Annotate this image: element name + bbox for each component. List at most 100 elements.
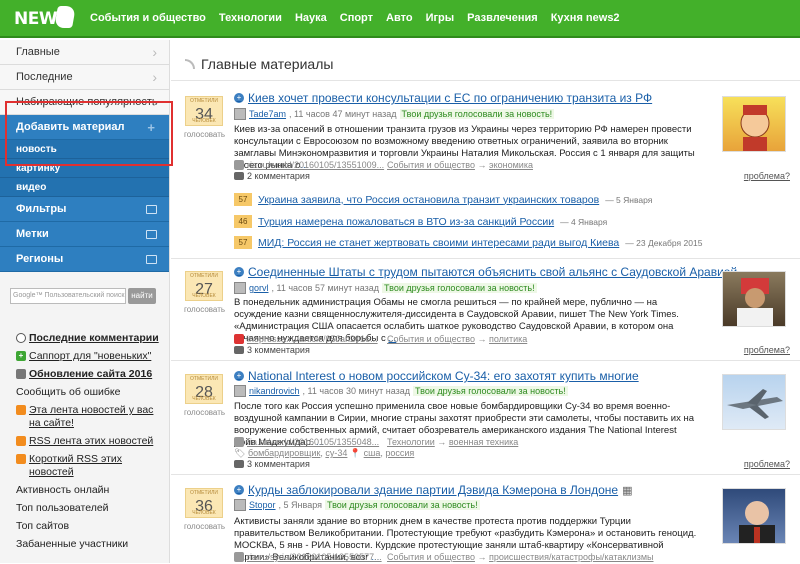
- top-users-link[interactable]: Топ пользователей: [16, 502, 166, 515]
- vote-counter[interactable]: ОТМЕТИЛИ 27 ЧЕЛОВЕК: [185, 271, 223, 301]
- article-source[interactable]: ria.ru/world/20160105/13551009...: [234, 160, 384, 170]
- divider: [171, 80, 800, 81]
- latest-comments-link[interactable]: Последние комментарии: [16, 332, 166, 345]
- document-icon: [16, 369, 26, 379]
- article-meta: nikandrovich, 11 часов 30 минут назад Тво…: [234, 385, 568, 397]
- jet-image: [727, 389, 783, 419]
- portrait-image: [737, 278, 773, 326]
- plus-icon: +: [234, 485, 244, 495]
- comment-icon: [234, 172, 244, 180]
- article-source[interactable]: ria.ru/world/20160105/1355048...: [234, 437, 379, 447]
- divider: [171, 474, 800, 475]
- vote-button[interactable]: голосовать: [184, 130, 225, 139]
- article-thumbnail[interactable]: [722, 488, 786, 544]
- sidebar-filters[interactable]: Фильтры: [0, 197, 169, 222]
- top-navbar: NEWS События и общество Технологии Наука…: [0, 0, 800, 38]
- article-meta: Tade7am, 11 часов 47 минут назад Твои дру…: [234, 108, 555, 120]
- article-thumbnail[interactable]: [722, 96, 786, 152]
- related-item[interactable]: 57 Украина заявила, что Россия остановила…: [234, 193, 652, 206]
- nav-item-science[interactable]: Наука: [295, 12, 327, 24]
- vote-button[interactable]: голосовать: [184, 522, 225, 531]
- report-error-link[interactable]: Сообщить об ошибке: [16, 386, 166, 399]
- article-title[interactable]: + Курды заблокировали здание партии Дэвид…: [234, 483, 632, 497]
- vote-counter[interactable]: ОТМЕТИЛИ 36 ЧЕЛОВЕК: [185, 488, 223, 518]
- article-title[interactable]: + National Interest о новом российском Су…: [234, 369, 639, 383]
- problem-link[interactable]: проблема?: [744, 345, 790, 355]
- avatar[interactable]: [234, 282, 246, 294]
- folder-icon: [146, 205, 157, 214]
- rss-icon: [16, 454, 26, 464]
- article-categories: События и общество → происшествия/катаст…: [387, 552, 654, 562]
- sidebar-item-label: Метки: [16, 228, 49, 240]
- sidebar-tags[interactable]: Метки: [0, 222, 169, 247]
- article-tags: 🏷 бомбардировщик, су-34 📍 сша, россия: [234, 448, 415, 458]
- rss-feed-link[interactable]: RSS лента этих новостей: [16, 435, 166, 448]
- article-title[interactable]: + Киев хочет провести консультации с ЕС п…: [234, 91, 652, 105]
- sidebar-regions[interactable]: Регионы: [0, 247, 169, 272]
- article-source[interactable]: ria.ru/syria/20160105/13550577...: [234, 552, 382, 562]
- plus-icon: +: [234, 93, 244, 103]
- avatar[interactable]: [234, 499, 246, 511]
- comments-link[interactable]: 3 комментария: [234, 345, 310, 355]
- folder-icon: [146, 255, 157, 264]
- chevron-right-icon: ›: [152, 44, 157, 60]
- sidebar-item-label: Фильтры: [16, 203, 67, 215]
- plus-icon: +: [234, 267, 244, 277]
- page-title-text: Главные материалы: [201, 56, 334, 72]
- avatar[interactable]: [234, 385, 246, 397]
- sidebar-links: Последние комментарии + Саппорт для "нове…: [16, 332, 166, 556]
- source-icon: [234, 437, 244, 447]
- logo-mark-icon[interactable]: [54, 6, 76, 28]
- comment-icon: [16, 333, 26, 343]
- article-categories: События и общество → политика: [387, 334, 528, 344]
- rss-icon: [185, 59, 195, 69]
- problem-link[interactable]: проблема?: [744, 459, 790, 469]
- short-rss-link[interactable]: Короткий RSS этих новостей: [16, 453, 166, 479]
- online-activity-link[interactable]: Активность онлайн: [16, 484, 166, 497]
- problem-link[interactable]: проблема?: [744, 171, 790, 181]
- main-content: Главные материалы ОТМЕТИЛИ 34 ЧЕЛОВЕК голо…: [171, 40, 800, 563]
- related-item[interactable]: 57 МИД: Россия не станет жертвовать своим…: [234, 236, 702, 249]
- source-icon: [234, 334, 244, 344]
- article-source[interactable]: inopressa.ru/article/05Jan2016...: [234, 334, 378, 344]
- site-update-link[interactable]: Обновление сайта 2016: [16, 368, 166, 381]
- article-thumbnail[interactable]: [722, 271, 786, 327]
- related-item[interactable]: 46 Турция намерена пожаловаться в ВТО из-…: [234, 215, 607, 228]
- nav-item-kitchen[interactable]: Кухня news2: [551, 12, 620, 24]
- sidebar-item-label: Последние: [16, 71, 73, 83]
- support-link[interactable]: + Саппорт для "новеньких": [16, 350, 166, 363]
- page-title: Главные материалы: [185, 56, 333, 72]
- nav-item-auto[interactable]: Авто: [386, 12, 413, 24]
- nav-item-events[interactable]: События и общество: [90, 12, 206, 24]
- cartoon-image: [740, 105, 770, 151]
- folder-icon: [146, 230, 157, 239]
- banned-users-link[interactable]: Забаненные участники: [16, 538, 166, 551]
- comments-link[interactable]: 3 комментария: [234, 459, 310, 469]
- rss-icon: [16, 436, 26, 446]
- sidebar-item-main[interactable]: Главные ›: [0, 40, 169, 65]
- vote-button[interactable]: голосовать: [184, 408, 225, 417]
- article-title[interactable]: + Соединенные Штаты с трудом пытаются объ…: [234, 265, 737, 279]
- vote-counter[interactable]: ОТМЕТИЛИ 28 ЧЕЛОВЕК: [185, 374, 223, 404]
- divider: [171, 258, 800, 259]
- source-icon: [234, 160, 244, 170]
- sidebar-item-label: Регионы: [16, 253, 64, 265]
- top-sites-link[interactable]: Топ сайтов: [16, 520, 166, 533]
- add-video-link[interactable]: видео: [0, 178, 169, 197]
- nav-item-entertainment[interactable]: Развлечения: [467, 12, 538, 24]
- plus-icon: +: [234, 371, 244, 381]
- vote-button[interactable]: голосовать: [184, 305, 225, 314]
- nav-item-tech[interactable]: Технологии: [219, 12, 282, 24]
- vote-counter[interactable]: ОТМЕТИЛИ 34 ЧЕЛОВЕК: [185, 96, 223, 126]
- sidebar-search: Google™ Пользовательский поиск найти: [10, 288, 156, 304]
- search-button[interactable]: найти: [128, 288, 156, 304]
- feed-widget-link[interactable]: Эта лента новостей у вас на сайте!: [16, 404, 166, 430]
- article-thumbnail[interactable]: [722, 374, 786, 430]
- avatar[interactable]: [234, 108, 246, 120]
- search-input[interactable]: Google™ Пользовательский поиск: [10, 288, 126, 304]
- nav-item-sport[interactable]: Спорт: [340, 12, 373, 24]
- comments-link[interactable]: 2 комментария: [234, 171, 310, 181]
- article-meta: Stopor, 5 Января Твои друзья голосовали з…: [234, 499, 480, 511]
- sidebar-item-latest[interactable]: Последние ›: [0, 65, 169, 90]
- nav-item-games[interactable]: Игры: [426, 12, 455, 24]
